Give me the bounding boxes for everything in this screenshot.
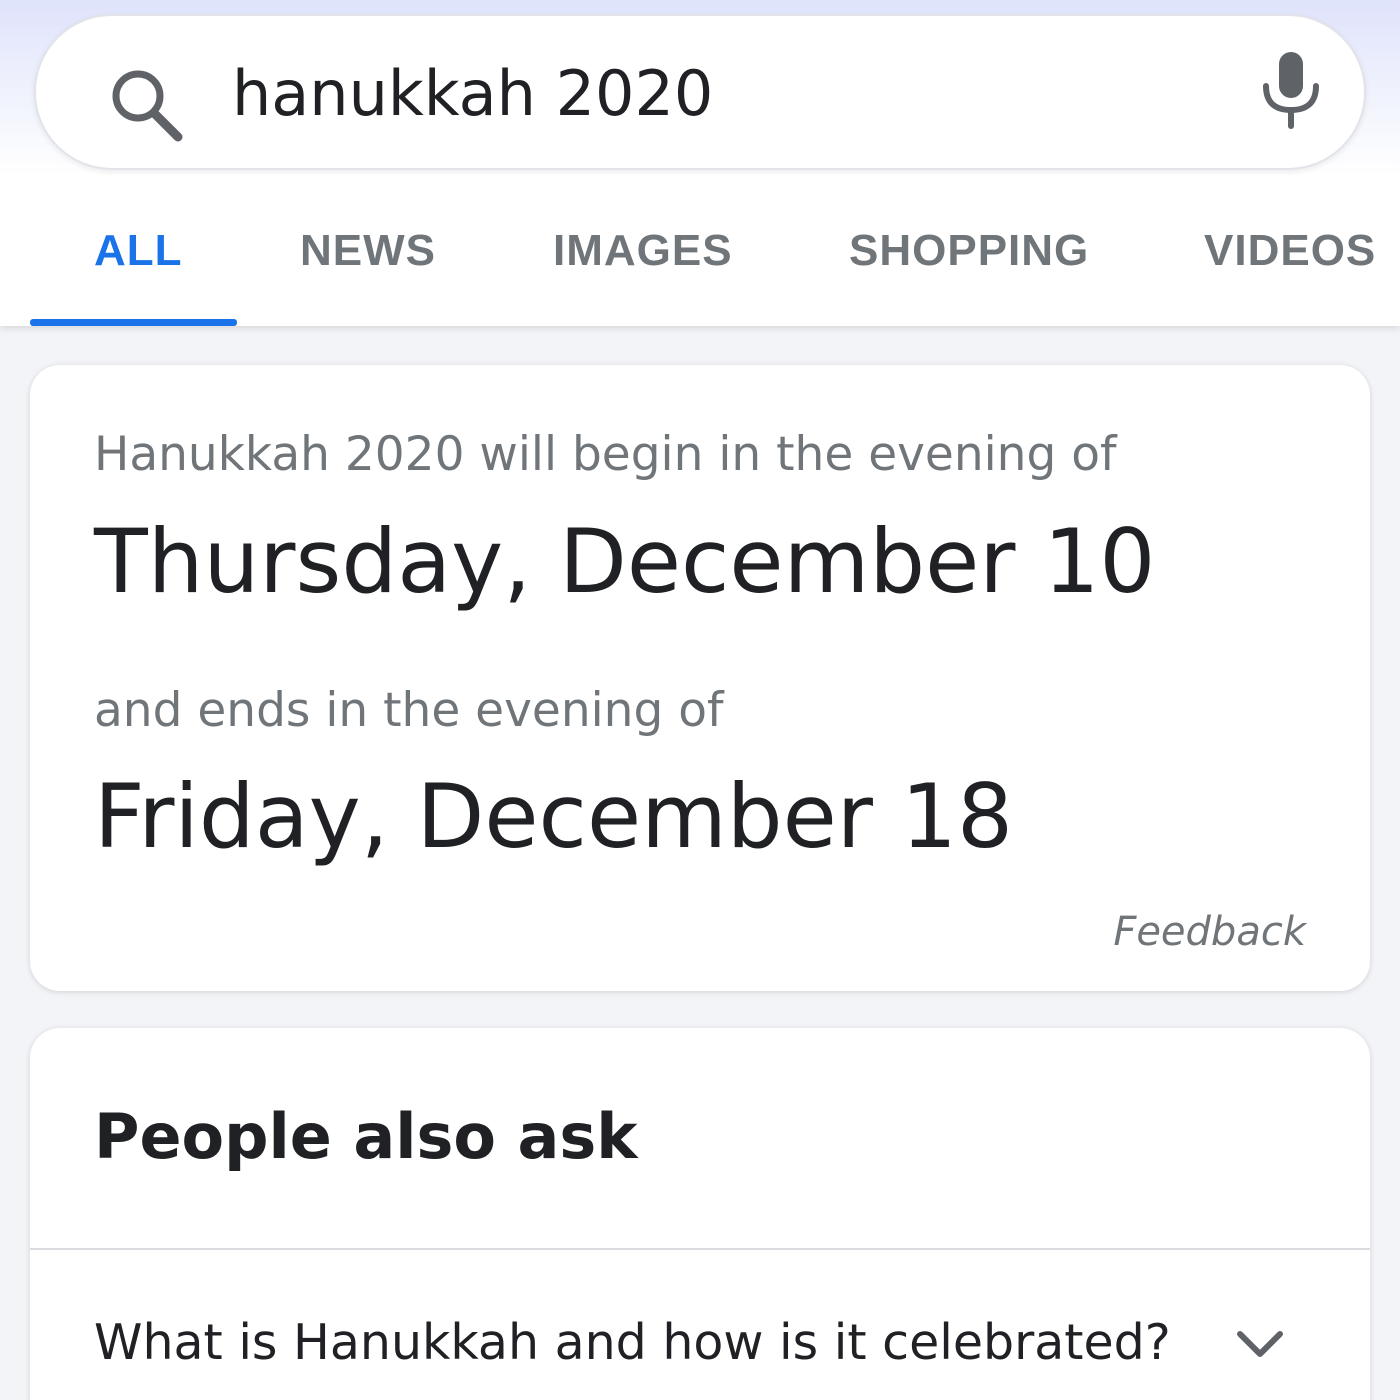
- question-item[interactable]: What is Hanukkah and how is it celebrate…: [94, 1314, 1171, 1371]
- tab-news[interactable]: NEWS: [300, 226, 436, 276]
- divider: [30, 1248, 1370, 1250]
- search-bar[interactable]: hanukkah 2020: [34, 14, 1366, 170]
- tab-shopping[interactable]: SHOPPING: [849, 226, 1089, 276]
- feedback-link[interactable]: Feedback: [1113, 909, 1306, 955]
- answer-intro: Hanukkah 2020 will begin in the evening …: [94, 427, 1117, 482]
- people-also-ask-title: People also ask: [94, 1100, 638, 1173]
- search-tabs: ALL NEWS IMAGES SHOPPING VIDEOS: [0, 200, 1400, 326]
- tab-all[interactable]: ALL: [94, 226, 183, 276]
- mic-icon[interactable]: [1256, 50, 1326, 130]
- active-tab-indicator: [30, 319, 237, 326]
- answer-start-date: Thursday, December 10: [94, 510, 1156, 613]
- chevron-down-icon[interactable]: [1230, 1320, 1290, 1370]
- answer-middle-text: and ends in the evening of: [94, 683, 724, 738]
- tab-images[interactable]: IMAGES: [553, 226, 733, 276]
- search-input[interactable]: hanukkah 2020: [232, 54, 713, 134]
- search-icon[interactable]: [106, 66, 186, 146]
- tab-videos[interactable]: VIDEOS: [1204, 226, 1376, 276]
- header-area: hanukkah 2020 ALL NEWS IMAGES SHOPPING V…: [0, 0, 1400, 326]
- answer-card: Hanukkah 2020 will begin in the evening …: [30, 365, 1370, 991]
- answer-end-date: Friday, December 18: [94, 765, 1013, 868]
- people-also-ask-card: People also ask What is Hanukkah and how…: [30, 1028, 1370, 1400]
